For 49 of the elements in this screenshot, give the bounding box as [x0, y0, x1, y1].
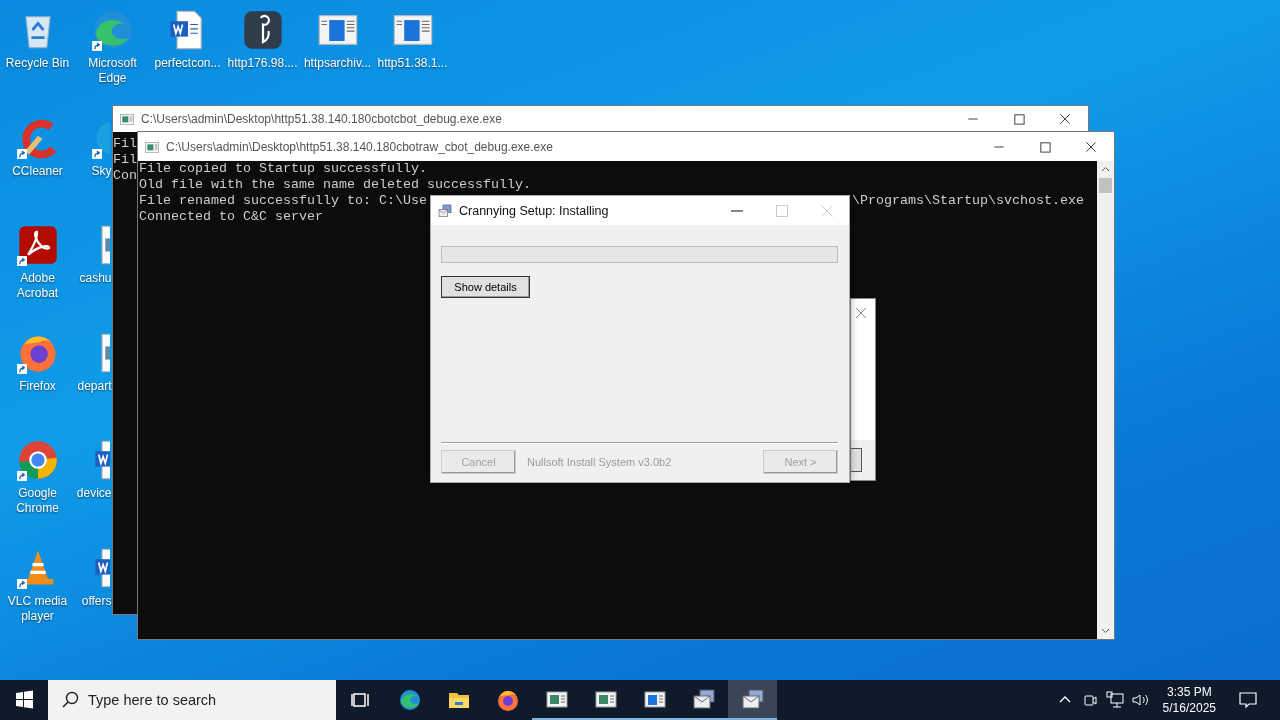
- icon-label[interactable]: Recycle Bin: [5, 56, 70, 71]
- installer-icon: [437, 202, 453, 219]
- icon-label[interactable]: VLC media player: [0, 593, 75, 624]
- maximize-icon: [776, 204, 788, 217]
- pdf-app-icon[interactable]: [15, 223, 60, 267]
- clock-time[interactable]: 3:35 PM: [1166, 684, 1212, 700]
- browser-icon: [397, 688, 422, 712]
- icon-label[interactable]: device: [76, 486, 112, 501]
- search-icon: [60, 690, 80, 710]
- mail-icon: [740, 687, 765, 711]
- console-text: File copied to Startup successfully.: [139, 161, 427, 176]
- window-title: C:\Users\admin\Desktop\http51.38.140.180cbotcbot_debug.exe.exe: [141, 112, 503, 126]
- icon-label[interactable]: cashu: [79, 271, 112, 286]
- button[interactable]: [851, 448, 862, 472]
- console-text: File renamed successfully to: C:\Use: [139, 193, 427, 208]
- icon-label[interactable]: Firefox: [19, 378, 56, 394]
- scrollbar[interactable]: [1097, 161, 1114, 639]
- window-title: Crannying Setup: Installing: [459, 203, 610, 218]
- branding-text: Nullsoft Install System v3.0b2: [527, 455, 673, 468]
- browser-icon[interactable]: [15, 438, 60, 482]
- search-field[interactable]: Type here to search: [48, 680, 336, 720]
- close-icon[interactable]: [855, 307, 867, 319]
- icon-label[interactable]: Google Chrome: [0, 486, 75, 516]
- window-title: C:\Users\admin\Desktop\http51.38.140.180cbotraw_cbot_debug.exe.exe: [166, 139, 554, 154]
- close-icon: [821, 204, 833, 217]
- icon-label[interactable]: Microsoft Edge: [75, 56, 150, 86]
- icon-label[interactable]: Sky: [91, 163, 112, 179]
- icon-label[interactable]: http51.38.1...: [377, 56, 448, 71]
- browser-icon[interactable]: [90, 8, 135, 52]
- console-text: Old file with the same name deleted successfully.: [139, 177, 531, 192]
- console-text: Con: [113, 168, 137, 183]
- clock-date[interactable]: 5/16/2025: [1162, 700, 1216, 716]
- console-text: Fil: [113, 136, 137, 151]
- mail-icon: [691, 687, 716, 711]
- icon-label[interactable]: perfectcon...: [154, 56, 221, 71]
- icon-label[interactable]: CCleaner: [12, 163, 63, 179]
- console-text: Connected to C&C server: [139, 209, 323, 224]
- icon-label[interactable]: http176.98....: [227, 56, 298, 71]
- show-details-button[interactable]: Show details: [441, 276, 530, 298]
- console-text: Fil: [113, 152, 137, 167]
- icon-label[interactable]: httpsarchiv...: [303, 56, 372, 71]
- mail-button[interactable]: [728, 680, 777, 720]
- icon-label[interactable]: depart: [77, 378, 112, 394]
- icon-label[interactable]: Adobe Acrobat: [0, 271, 75, 301]
- browser-icon: [495, 688, 520, 712]
- console-icon: [119, 111, 135, 127]
- console-text: \Programs\Startup\svchost.exe: [852, 193, 1084, 209]
- icon-label[interactable]: offers: [81, 593, 112, 609]
- scroll-thumb[interactable]: [1099, 178, 1112, 193]
